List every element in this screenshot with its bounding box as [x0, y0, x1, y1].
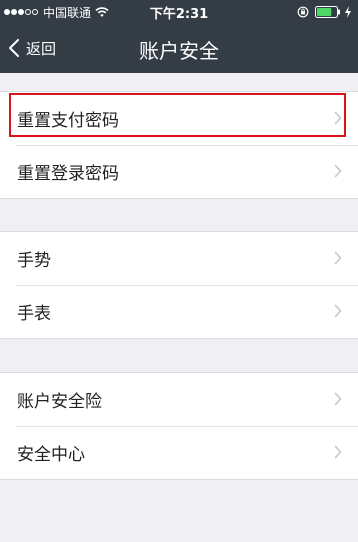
- item-label: 重置支付密码: [17, 111, 119, 131]
- settings-group-security: 账户安全险 安全中心: [0, 372, 358, 480]
- reset-payment-password-item[interactable]: 重置支付密码: [0, 92, 358, 145]
- battery-icon: [315, 6, 340, 18]
- watch-item[interactable]: 手表: [0, 285, 358, 338]
- chevron-right-icon: [334, 304, 342, 318]
- settings-group-password: 重置支付密码 重置登录密码: [0, 91, 358, 199]
- chevron-right-icon: [334, 164, 342, 178]
- reset-login-password-item[interactable]: 重置登录密码: [0, 145, 358, 198]
- item-label: 手表: [17, 304, 51, 324]
- item-label: 重置登录密码: [17, 164, 119, 184]
- chevron-right-icon: [334, 392, 342, 406]
- rotation-lock-icon: [297, 6, 309, 18]
- chevron-right-icon: [334, 445, 342, 459]
- settings-group-gesture: 手势 手表: [0, 231, 358, 339]
- item-label: 安全中心: [17, 445, 85, 465]
- security-center-item[interactable]: 安全中心: [0, 426, 358, 479]
- status-right: [297, 4, 352, 20]
- item-label: 账户安全险: [17, 392, 102, 412]
- account-insurance-item[interactable]: 账户安全险: [0, 373, 358, 426]
- charging-icon: [345, 6, 351, 18]
- page-title: 账户安全: [139, 39, 219, 63]
- chevron-right-icon: [334, 111, 342, 125]
- navigation-bar: 返回 账户安全: [0, 24, 358, 73]
- status-bar: 中国联通 下午2:31: [0, 0, 358, 24]
- chevron-right-icon: [334, 251, 342, 265]
- item-label: 手势: [17, 251, 51, 271]
- gesture-item[interactable]: 手势: [0, 232, 358, 285]
- top-bar: 中国联通 下午2:31 返回 账户安全: [0, 0, 358, 73]
